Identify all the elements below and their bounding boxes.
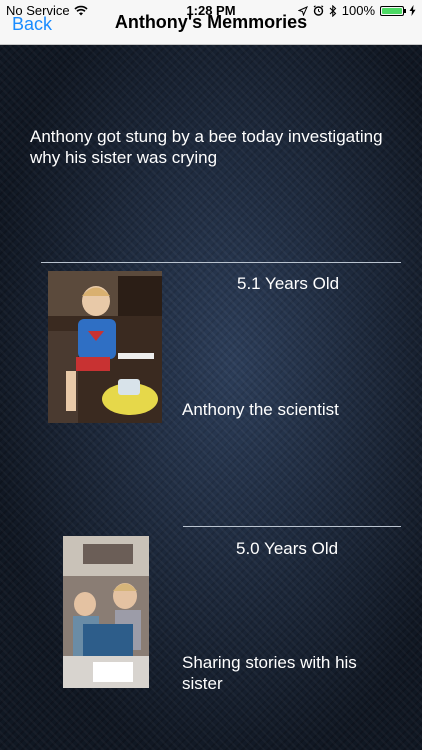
entry-caption: Anthony the scientist — [182, 400, 339, 419]
entry-photo[interactable] — [63, 536, 149, 688]
entry-divider — [41, 262, 401, 263]
navigation-bar: Back Anthony's Memmories — [0, 12, 422, 45]
entry-divider — [183, 526, 401, 527]
entry-age: 5.1 Years Old — [237, 274, 340, 293]
entry-caption: Sharing stories with his sister — [182, 653, 357, 693]
photo-image — [48, 271, 162, 423]
entry-photo[interactable] — [48, 271, 162, 423]
entry-age: 5.0 Years Old — [236, 539, 339, 558]
memory-text: Anthony got stung by a bee today investi… — [30, 127, 383, 167]
memories-content[interactable]: Anthony got stung by a bee today investi… — [0, 45, 422, 750]
page-title: Anthony's Memmories — [114, 12, 308, 32]
photo-image — [63, 536, 149, 688]
